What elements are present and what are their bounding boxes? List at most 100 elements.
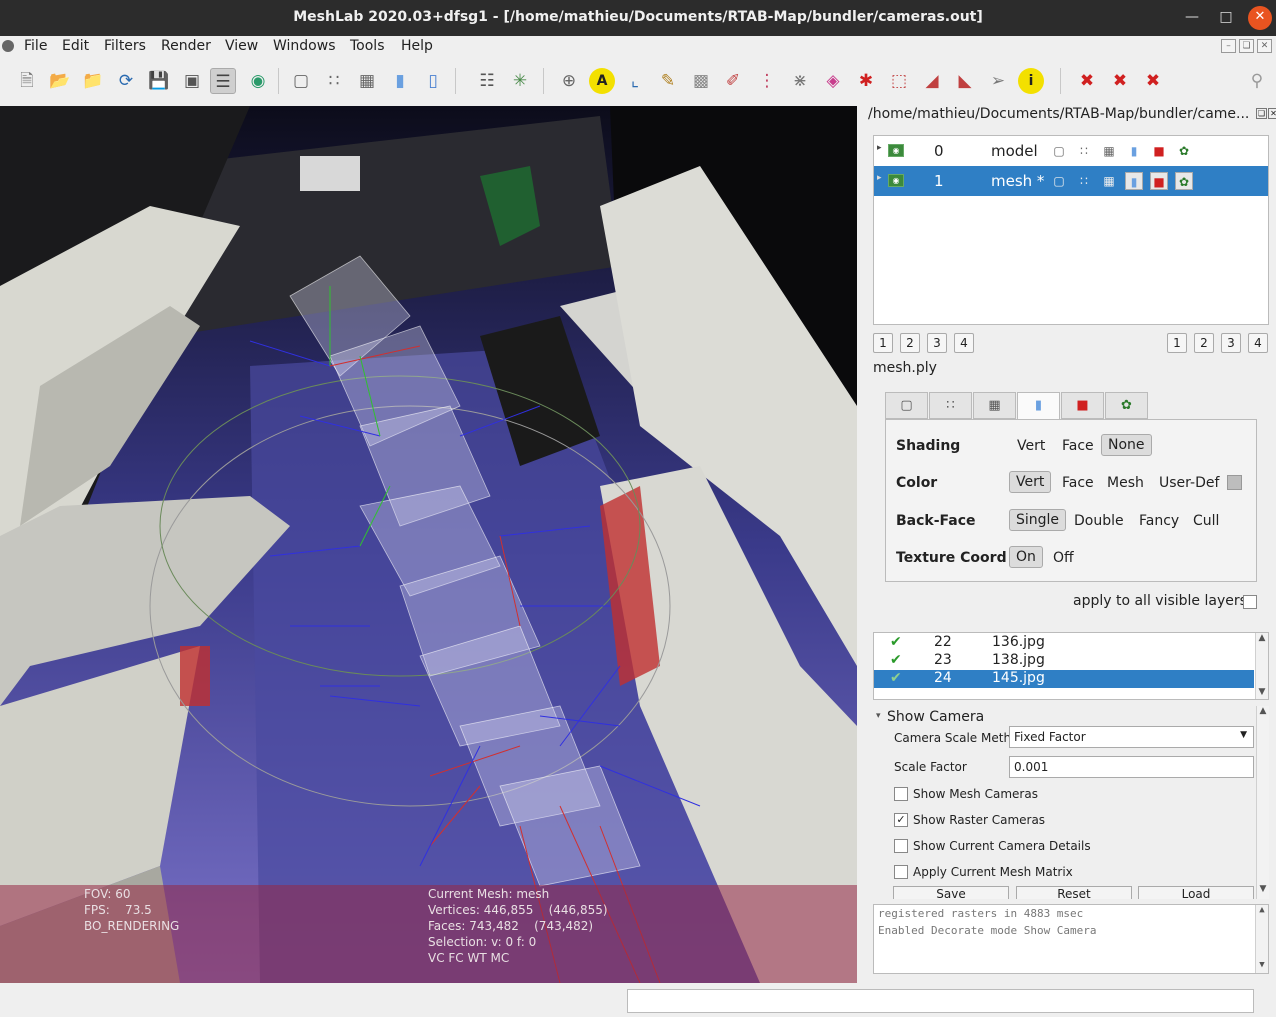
backface-double-option[interactable]: Double xyxy=(1068,511,1130,531)
load-preset-button-1[interactable]: 1 xyxy=(1167,333,1187,353)
menu-help[interactable]: Help xyxy=(401,38,433,54)
menu-filters[interactable]: Filters xyxy=(104,38,146,54)
load-preset-button-3[interactable]: 3 xyxy=(1221,333,1241,353)
axis-icon[interactable]: ✳ xyxy=(507,68,533,94)
preset-button-1[interactable]: 1 xyxy=(873,333,893,353)
mdi-restore-icon[interactable]: ❏ xyxy=(1239,39,1254,53)
measure-icon[interactable]: ⌞ xyxy=(622,68,648,94)
scale-method-select[interactable]: Fixed Factor ▼ xyxy=(1009,726,1254,748)
reload-icon[interactable]: ⟳ xyxy=(113,68,139,94)
check-icon[interactable]: ✔ xyxy=(890,652,902,668)
menu-view[interactable]: View xyxy=(225,38,258,54)
color-userdef-option[interactable]: User-Def xyxy=(1153,473,1225,493)
load-button[interactable]: Load xyxy=(1138,886,1254,899)
menu-file[interactable]: File xyxy=(24,38,47,54)
new-icon[interactable]: 🗎 xyxy=(14,68,40,94)
backface-single-option[interactable]: Single xyxy=(1009,509,1067,531)
stack-icon[interactable]: ☷ xyxy=(474,68,500,94)
scroll-down-icon[interactable]: ▼ xyxy=(1256,687,1268,697)
menu-render[interactable]: Render xyxy=(161,38,211,54)
close-icon[interactable]: ✕ xyxy=(1248,6,1272,30)
bbox-icon[interactable]: ▢ xyxy=(1050,172,1068,190)
expand-icon[interactable]: ▸ xyxy=(877,173,882,183)
search-icon[interactable]: ⚲ xyxy=(1244,68,1270,94)
maximize-icon[interactable]: □ xyxy=(1214,6,1238,30)
mdi-minimize-icon[interactable]: – xyxy=(1221,39,1236,53)
menu-windows[interactable]: Windows xyxy=(273,38,336,54)
show-raster-cameras-checkbox[interactable]: ✓ xyxy=(894,813,908,827)
expand-icon[interactable]: ▸ xyxy=(877,143,882,153)
color-mesh-option[interactable]: Mesh xyxy=(1101,473,1150,493)
grid-icon[interactable]: ⊕ xyxy=(556,68,582,94)
save-icon[interactable]: 💾 xyxy=(146,68,172,94)
pick-icon[interactable]: ✎ xyxy=(655,68,681,94)
float-icon[interactable]: ❏ xyxy=(1256,108,1267,119)
flat-icon[interactable]: ▮ xyxy=(1125,142,1143,160)
wireframe-icon[interactable]: ▦ xyxy=(1100,172,1118,190)
align-icon[interactable]: ⋇ xyxy=(787,68,813,94)
raster-row[interactable]: ✔ 23 138.jpg xyxy=(874,652,1254,670)
label-icon[interactable]: A xyxy=(589,68,615,94)
texcoord-off-option[interactable]: Off xyxy=(1047,548,1080,568)
check-icon[interactable]: ✔ xyxy=(890,670,902,686)
texture-icon[interactable]: ■ xyxy=(1150,142,1168,160)
reset-button[interactable]: Reset xyxy=(1016,886,1132,899)
color-swatch[interactable] xyxy=(1227,475,1242,490)
points-icon[interactable]: ∷ xyxy=(321,68,347,94)
backface-cull-option[interactable]: Cull xyxy=(1187,511,1225,531)
flat-icon[interactable]: ▮ xyxy=(1125,172,1143,190)
close-panel-icon[interactable]: ✕ xyxy=(1268,108,1276,119)
scroll-up-icon[interactable]: ▲ xyxy=(1256,905,1268,915)
raster-row[interactable]: ✔ 22 136.jpg xyxy=(874,634,1254,652)
options-icon[interactable]: ✿ xyxy=(1175,172,1193,190)
select-verts-icon[interactable]: ◢ xyxy=(919,68,945,94)
tab-points[interactable]: ∷ xyxy=(929,392,972,419)
mdi-close-icon[interactable]: ✕ xyxy=(1257,39,1272,53)
tab-texture[interactable]: ■ xyxy=(1061,392,1104,419)
color-vert-option[interactable]: Vert xyxy=(1009,471,1052,493)
check-icon[interactable]: ✔ xyxy=(890,634,902,650)
decorator-scrollbar[interactable]: ▲ ▼ xyxy=(1256,706,1269,899)
bbox-icon[interactable]: ▢ xyxy=(288,68,314,94)
preset-button-2[interactable]: 2 xyxy=(900,333,920,353)
points-icon[interactable]: ∷ xyxy=(1075,172,1093,190)
visibility-icon[interactable]: ◉ xyxy=(888,144,904,157)
delete-faces-icon[interactable]: ✖ xyxy=(1107,68,1133,94)
texcoord-on-option[interactable]: On xyxy=(1009,546,1043,568)
select-free-icon[interactable]: ➢ xyxy=(985,68,1011,94)
load-preset-button-2[interactable]: 2 xyxy=(1194,333,1214,353)
open-icon[interactable]: 📂 xyxy=(47,68,73,94)
tab-bbox[interactable]: ▢ xyxy=(885,392,928,419)
scroll-up-icon[interactable]: ▲ xyxy=(1257,706,1269,716)
scale-factor-input[interactable]: 0.001 xyxy=(1009,756,1254,778)
tab-options[interactable]: ✿ xyxy=(1105,392,1148,419)
wireframe-icon[interactable]: ▦ xyxy=(1100,142,1118,160)
menu-tools[interactable]: Tools xyxy=(350,38,385,54)
layer-row-model[interactable]: ▸ ◉ 0 model ▢ ∷ ▦ ▮ ■ ✿ xyxy=(874,136,1268,166)
flat-icon[interactable]: ▮ xyxy=(387,68,413,94)
texture-icon[interactable]: ■ xyxy=(1150,172,1168,190)
shading-vert-option[interactable]: Vert xyxy=(1011,436,1051,456)
color-icon[interactable]: ◈ xyxy=(820,68,846,94)
points-icon[interactable]: ∷ xyxy=(1075,142,1093,160)
scroll-up-icon[interactable]: ▲ xyxy=(1256,633,1268,643)
delete-icon[interactable]: ✖ xyxy=(1074,68,1100,94)
scroll-down-icon[interactable]: ▼ xyxy=(1257,884,1269,894)
load-preset-button-4[interactable]: 4 xyxy=(1248,333,1268,353)
tab-wireframe[interactable]: ▦ xyxy=(973,392,1016,419)
backface-fancy-option[interactable]: Fancy xyxy=(1133,511,1185,531)
select-faces-icon[interactable]: ⬚ xyxy=(886,68,912,94)
minimize-icon[interactable]: — xyxy=(1180,6,1204,30)
tab-solid[interactable]: ▮ xyxy=(1017,392,1060,420)
preset-button-3[interactable]: 3 xyxy=(927,333,947,353)
collapse-icon[interactable]: ▾ xyxy=(876,711,881,721)
log-scrollbar[interactable]: ▲ ▼ xyxy=(1255,905,1268,973)
color-face-option[interactable]: Face xyxy=(1056,473,1100,493)
apply-mesh-matrix-checkbox[interactable] xyxy=(894,865,908,879)
shading-face-option[interactable]: Face xyxy=(1056,436,1100,456)
delete-verts-icon[interactable]: ✖ xyxy=(1140,68,1166,94)
info-icon[interactable]: i xyxy=(1018,68,1044,94)
raster-scrollbar[interactable]: ▲ ▼ xyxy=(1255,633,1268,699)
snapshot-icon[interactable]: ▣ xyxy=(179,68,205,94)
smooth-icon[interactable]: ▯ xyxy=(420,68,446,94)
